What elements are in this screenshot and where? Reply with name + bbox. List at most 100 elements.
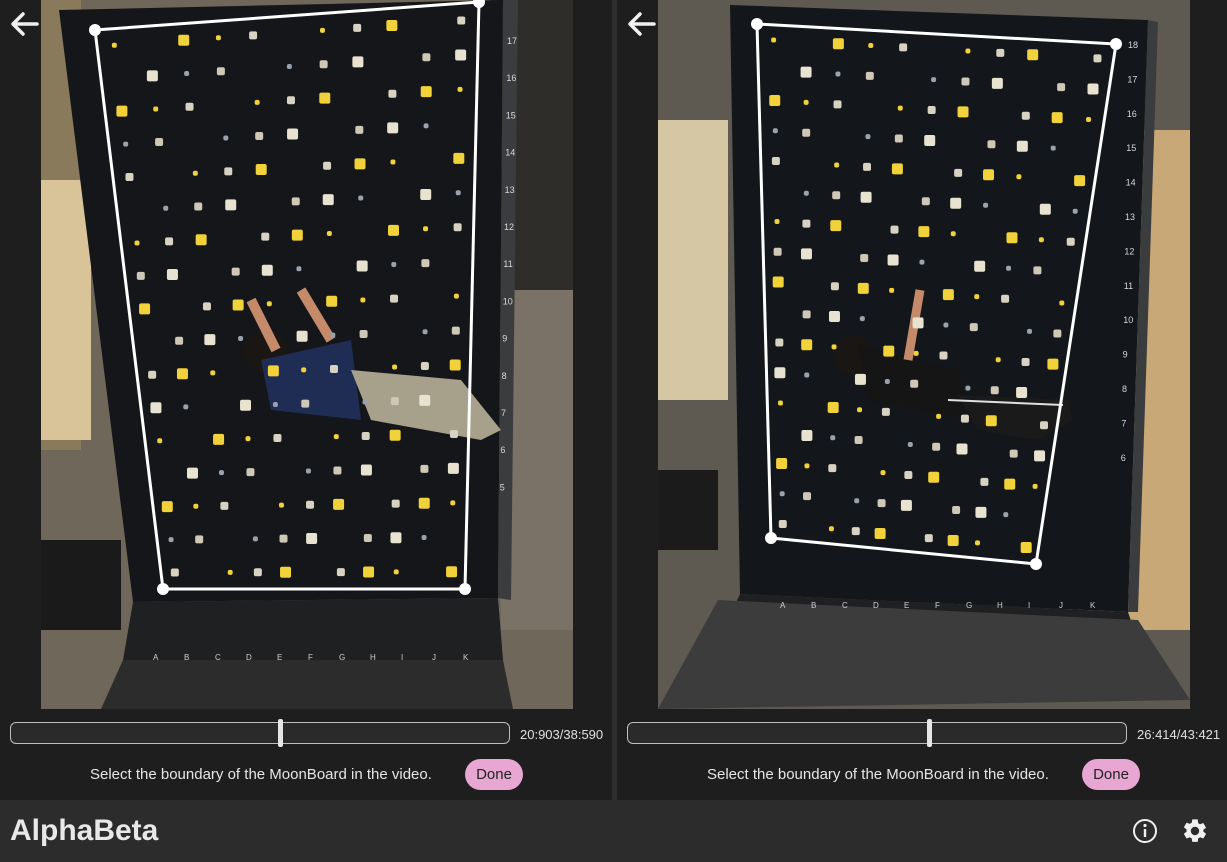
info-button[interactable] xyxy=(1131,817,1159,845)
climbing-hold xyxy=(1047,358,1059,370)
video-scrubber[interactable] xyxy=(10,719,510,747)
climbing-hold xyxy=(254,99,260,105)
climbing-hold xyxy=(267,365,279,377)
column-letter-label: E xyxy=(277,653,282,662)
climbing-hold xyxy=(195,234,207,246)
climbing-hold xyxy=(356,260,368,272)
scrubber-handle[interactable] xyxy=(278,719,283,747)
column-letter-label: C xyxy=(215,653,221,662)
climbing-hold xyxy=(363,566,375,578)
climbing-hold xyxy=(333,466,342,475)
climbing-hold xyxy=(800,66,812,78)
scrubber-handle[interactable] xyxy=(927,719,932,747)
row-number-label: 12 xyxy=(504,222,514,232)
settings-button[interactable] xyxy=(1181,817,1209,845)
video-frame[interactable]: 18 17 16 15 14 13 12 11 10 9 8 7 6 A B C D E F G H I J K xyxy=(658,0,1190,709)
climbing-hold xyxy=(1001,294,1010,303)
climbing-hold xyxy=(924,534,933,543)
climbing-hold xyxy=(990,386,999,395)
climbing-hold xyxy=(802,219,811,228)
climbing-hold xyxy=(832,38,844,50)
climbing-hold xyxy=(995,357,1001,363)
arrow-left-icon xyxy=(628,12,656,36)
climbing-hold xyxy=(857,407,863,413)
climbing-hold xyxy=(319,60,328,69)
row-number-label: 14 xyxy=(505,148,515,158)
climbing-hold xyxy=(329,364,338,373)
row-number-label: 7 xyxy=(501,408,506,418)
climbing-hold xyxy=(771,157,780,166)
climbing-hold xyxy=(996,48,1005,57)
instruction-text: Select the boundary of the MoonBoard in … xyxy=(707,766,1049,783)
row-number-label: 8 xyxy=(502,371,507,381)
bottom-toolbar: AlphaBeta xyxy=(0,800,1227,862)
arrow-left-icon xyxy=(11,12,39,36)
climbing-hold xyxy=(422,53,431,62)
climbing-hold xyxy=(1032,483,1038,489)
done-button[interactable]: Done xyxy=(1082,759,1140,790)
column-letter-label: A xyxy=(153,653,159,662)
climbing-hold xyxy=(772,276,784,288)
climbing-hold xyxy=(165,237,174,246)
climbing-hold xyxy=(296,266,302,272)
climbing-hold xyxy=(306,532,318,544)
climbing-hold xyxy=(291,229,303,241)
video-scrubber[interactable] xyxy=(627,719,1127,747)
climbing-hold xyxy=(801,430,813,442)
climbing-hold xyxy=(266,301,272,307)
climbing-hold xyxy=(301,399,310,408)
back-button[interactable] xyxy=(626,8,658,40)
climbing-hold xyxy=(421,535,427,541)
climbing-hold xyxy=(186,467,198,479)
climbing-hold xyxy=(306,500,315,509)
climbing-hold xyxy=(358,195,364,201)
climbing-hold xyxy=(828,526,834,532)
instruction-text: Select the boundary of the MoonBoard in … xyxy=(90,766,432,783)
climbing-hold xyxy=(287,128,299,140)
climbing-hold xyxy=(175,336,184,345)
back-button[interactable] xyxy=(9,8,41,40)
column-letter-label: K xyxy=(463,653,469,662)
climbing-hold xyxy=(1006,232,1018,244)
climbing-hold xyxy=(1020,542,1032,554)
climbing-hold xyxy=(772,128,778,134)
climbing-hold xyxy=(451,326,460,335)
climbing-hold xyxy=(776,458,788,470)
climbing-hold xyxy=(1072,208,1078,214)
climbing-hold xyxy=(1016,174,1022,180)
video-frame[interactable]: 17 16 15 14 13 12 11 10 9 8 7 6 5 A B C D E F G H I J K xyxy=(41,0,573,709)
climbing-hold xyxy=(420,464,429,473)
climbing-hold xyxy=(386,19,398,31)
climbing-hold xyxy=(957,106,969,118)
column-letter-label: F xyxy=(308,653,313,662)
info-icon xyxy=(1133,819,1157,843)
climbing-hold xyxy=(125,173,134,182)
climbing-hold xyxy=(450,500,456,506)
video-image[interactable]: 18 17 16 15 14 13 12 11 10 9 8 7 6 A B C D E F G H I J K xyxy=(658,0,1190,709)
climbing-hold xyxy=(771,37,777,43)
climbing-hold xyxy=(883,345,895,357)
climbing-hold xyxy=(323,161,332,170)
row-number-label: 5 xyxy=(500,482,505,492)
climbing-hold xyxy=(950,197,962,209)
climbing-hold xyxy=(453,223,462,232)
done-button[interactable]: Done xyxy=(465,759,523,790)
climbing-hold xyxy=(153,106,159,112)
climbing-hold xyxy=(390,397,399,406)
row-number-label: 16 xyxy=(1127,109,1137,119)
video-panel-right: 18 17 16 15 14 13 12 11 10 9 8 7 6 A B C D E F G H I J K 26:414… xyxy=(617,0,1227,800)
video-image[interactable]: 17 16 15 14 13 12 11 10 9 8 7 6 5 A B C D E F G H I J K xyxy=(41,0,573,709)
climbing-hold xyxy=(939,351,948,360)
row-number-label: 9 xyxy=(1123,350,1128,360)
climbing-hold xyxy=(134,240,140,246)
climbing-hold xyxy=(361,431,370,440)
row-number-label: 13 xyxy=(1125,212,1135,222)
climbing-hold xyxy=(255,164,267,176)
climbing-hold xyxy=(778,520,787,529)
row-number-label: 14 xyxy=(1126,178,1136,188)
climbing-hold xyxy=(336,568,345,577)
climbing-hold xyxy=(881,407,890,416)
climbing-hold xyxy=(194,202,203,211)
climbing-hold xyxy=(904,470,913,479)
climbing-hold xyxy=(178,34,190,46)
